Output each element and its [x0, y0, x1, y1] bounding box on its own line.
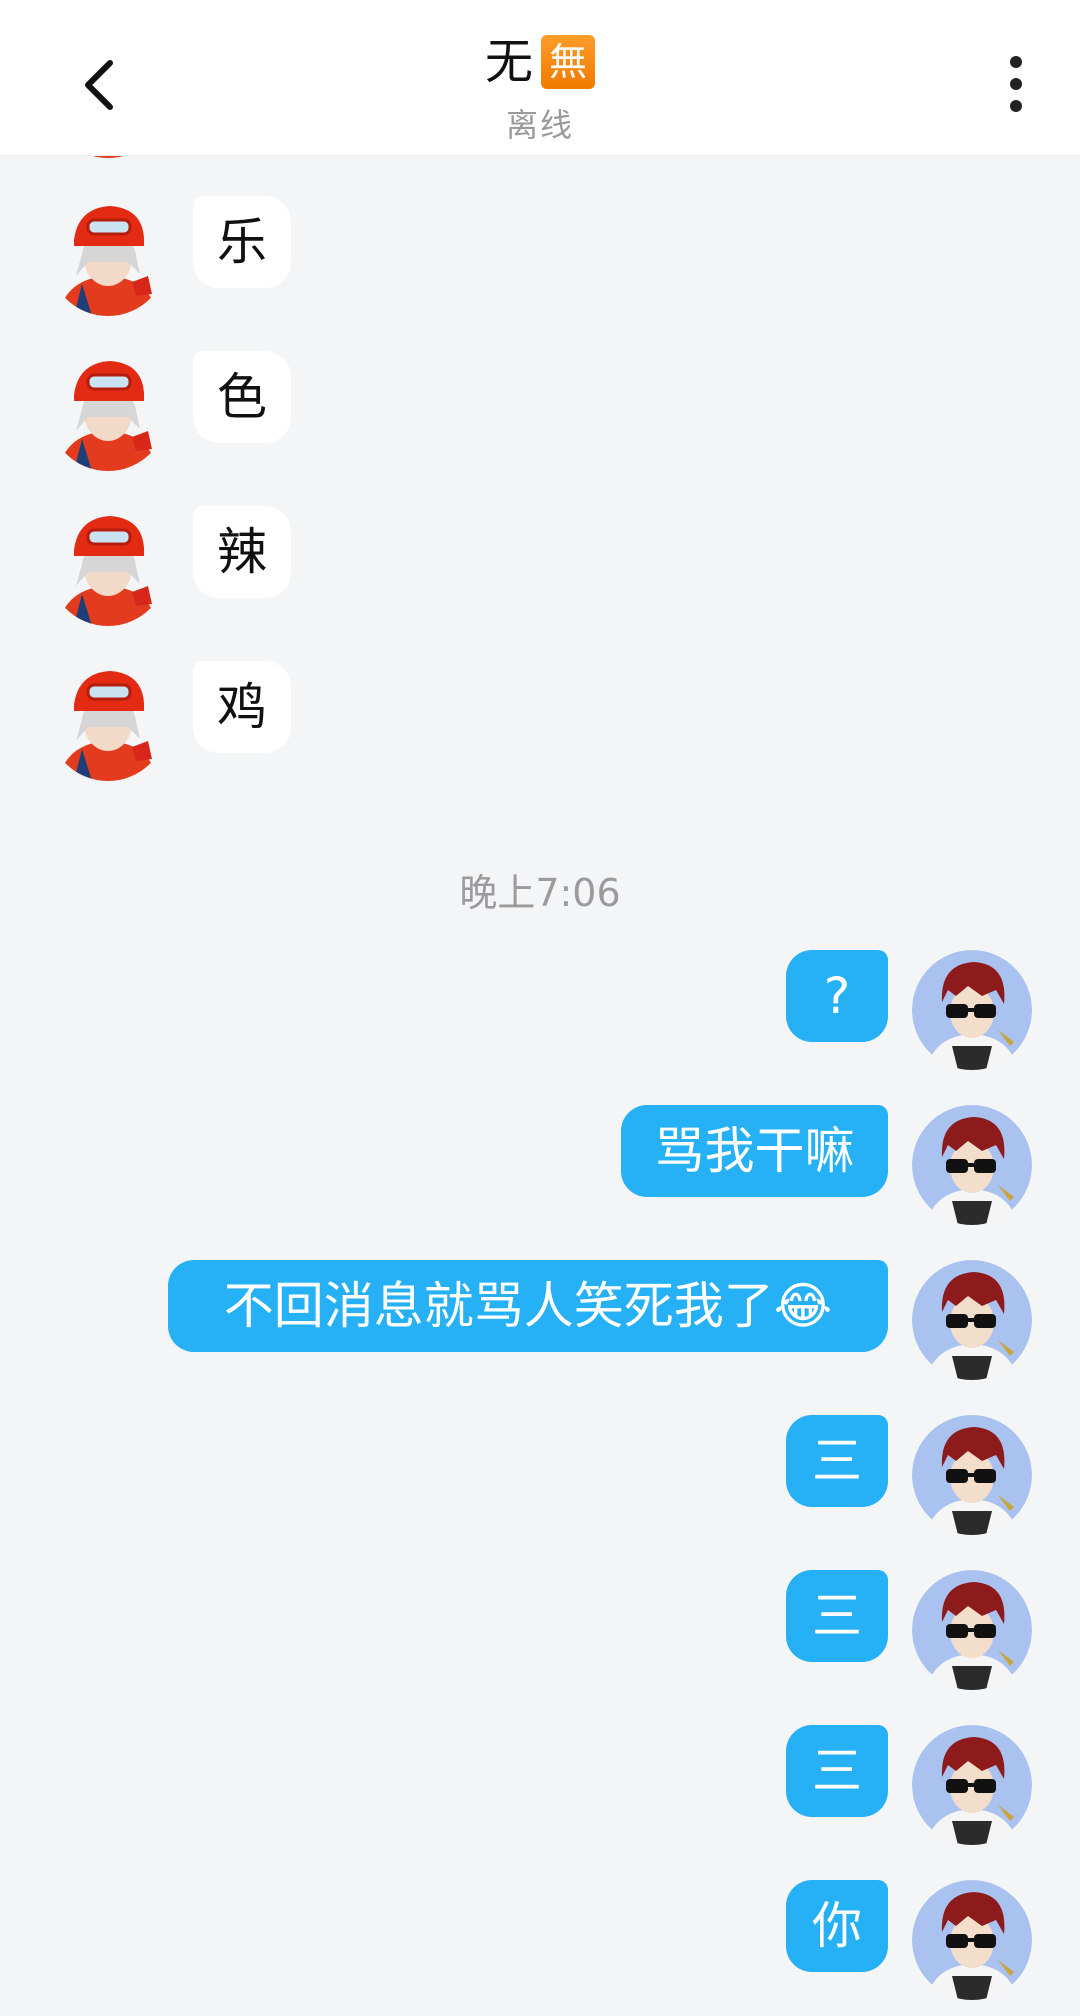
outgoing-message-bubble[interactable]: 骂我干嘛 — [621, 1105, 888, 1197]
outgoing-message-bubble[interactable]: 三 — [786, 1570, 888, 1662]
contact-avatar[interactable] — [48, 506, 168, 626]
contact-avatar[interactable] — [48, 661, 168, 781]
user-avatar[interactable] — [912, 1725, 1032, 1845]
message-text: 辣 — [217, 523, 267, 581]
message-text: 三 — [812, 1587, 862, 1645]
contact-badge: 無 — [541, 35, 595, 89]
message-text: ? — [823, 967, 851, 1025]
outgoing-message-bubble[interactable]: 三 — [786, 1725, 888, 1817]
user-avatar[interactable] — [912, 950, 1032, 1070]
user-avatar[interactable] — [912, 1570, 1032, 1690]
incoming-message-bubble[interactable]: 辣 — [193, 506, 291, 598]
message-timestamp: 晚上7:06 — [459, 871, 621, 915]
message-text: 三 — [812, 1742, 862, 1800]
contact-avatar[interactable] — [48, 351, 168, 471]
incoming-message-bubble[interactable]: 鸡 — [193, 661, 291, 753]
incoming-message-bubble[interactable]: 乐 — [193, 196, 291, 288]
outgoing-message-bubble[interactable]: ? — [786, 950, 888, 1042]
user-avatar[interactable] — [912, 1415, 1032, 1535]
user-avatar[interactable] — [912, 1105, 1032, 1225]
message-text: 色 — [217, 368, 267, 426]
message-text: 不回消息就骂人笑死我了😂 — [223, 1277, 833, 1335]
message-text: 乐 — [217, 213, 267, 271]
contact-status: 离线 — [505, 106, 574, 144]
user-avatar[interactable] — [912, 1880, 1032, 2000]
outgoing-message-bubble[interactable]: 三 — [786, 1415, 888, 1507]
vertical-dots-icon — [1010, 56, 1022, 68]
user-avatar[interactable] — [912, 1260, 1032, 1380]
message-text: 鸡 — [217, 678, 267, 736]
incoming-message-bubble[interactable]: 色 — [193, 351, 291, 443]
outgoing-message-bubble[interactable]: 不回消息就骂人笑死我了😂 — [168, 1260, 888, 1352]
message-text: 你 — [812, 1897, 862, 1955]
outgoing-message-bubble[interactable]: 你 — [786, 1880, 888, 1972]
contact-name: 无 — [484, 34, 533, 90]
contact-avatar[interactable] — [48, 196, 168, 316]
message-text: 骂我干嘛 — [654, 1122, 855, 1180]
more-options-button[interactable] — [992, 48, 1040, 120]
message-text: 三 — [812, 1432, 862, 1490]
chat-header: 无 無 离线 — [0, 0, 1080, 156]
chat-title-block: 无 無 离线 — [0, 30, 1080, 146]
